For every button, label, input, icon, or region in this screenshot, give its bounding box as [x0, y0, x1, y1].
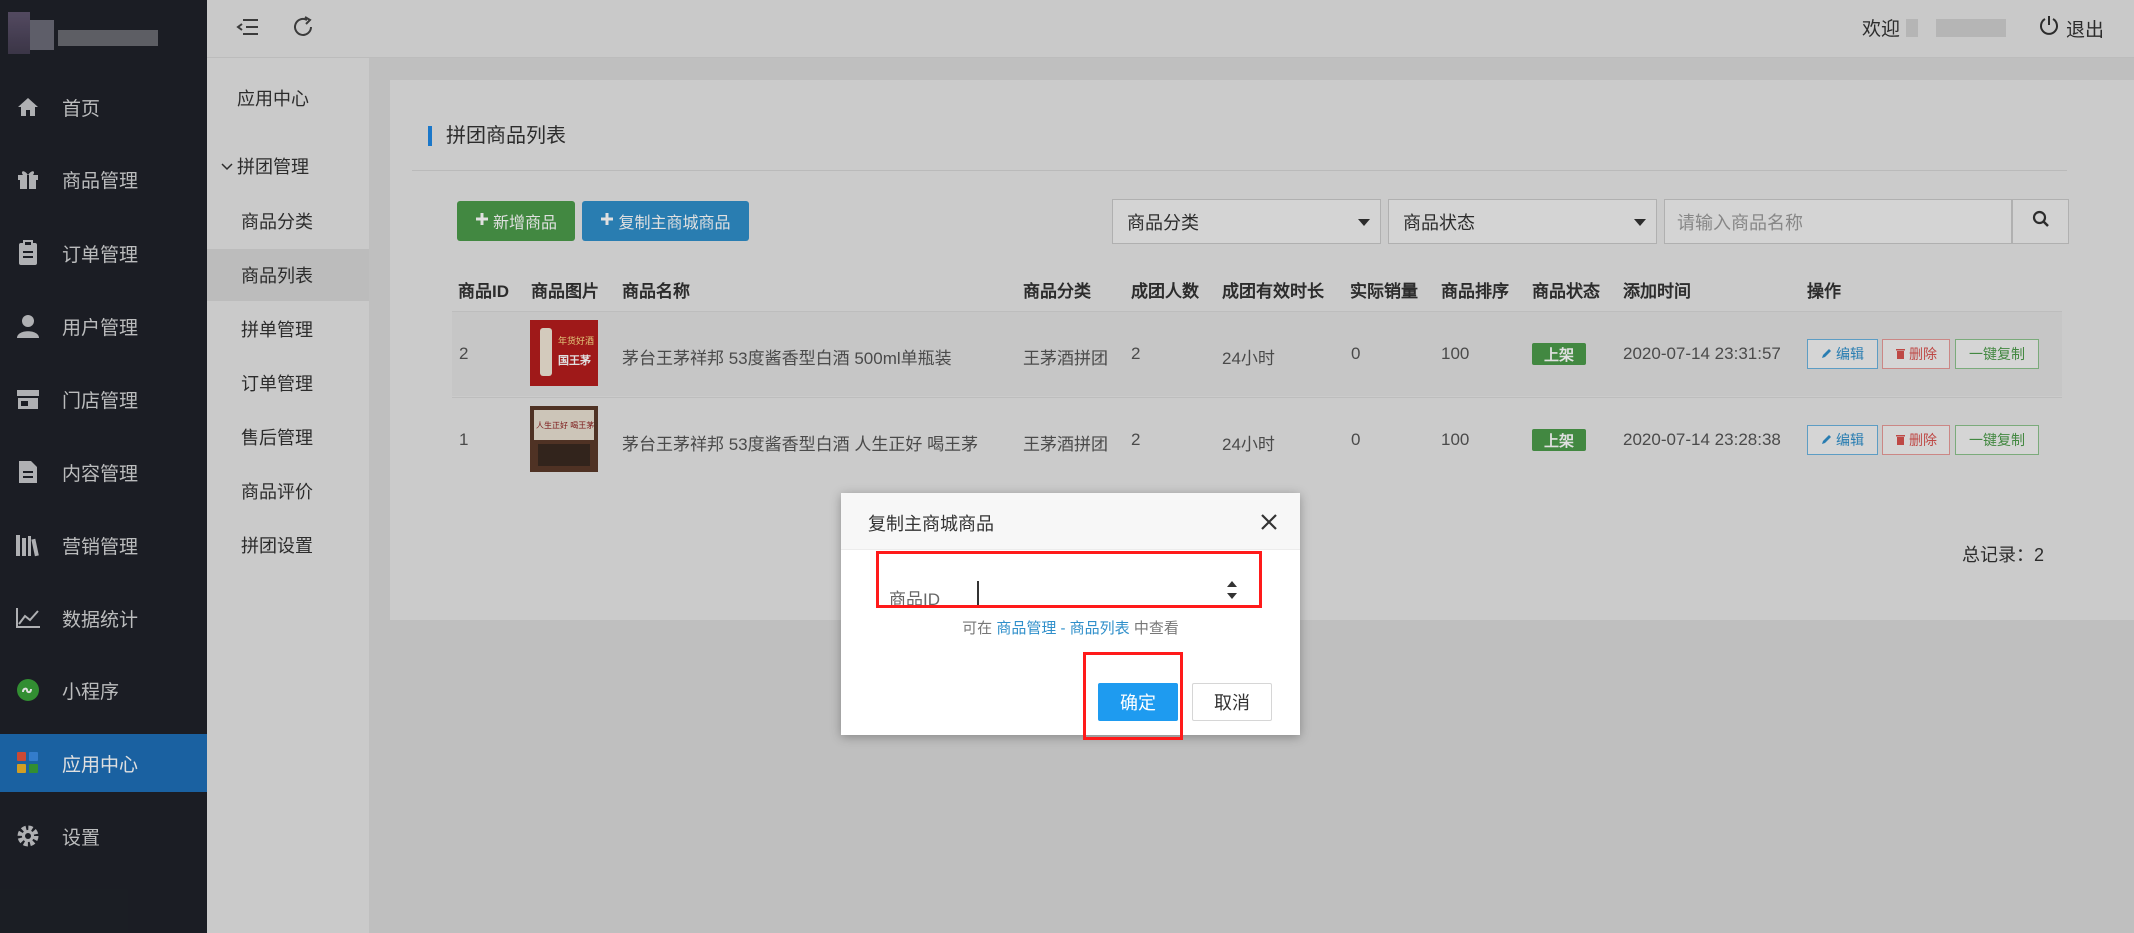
- close-icon[interactable]: [1258, 511, 1280, 533]
- copy-product-dialog: 复制主商城商品 商品ID 可在 商品管理 - 商品列表 中查看 确定 取消: [841, 493, 1300, 735]
- highlight-box-input: [876, 551, 1262, 608]
- cancel-button[interactable]: 取消: [1192, 683, 1272, 721]
- modal-overlay[interactable]: [0, 0, 2134, 933]
- dialog-title: 复制主商城商品: [868, 514, 994, 534]
- hint-link[interactable]: 商品管理 - 商品列表: [996, 620, 1129, 637]
- dialog-header: 复制主商城商品: [841, 493, 1300, 550]
- highlight-box-confirm: [1083, 652, 1183, 740]
- dialog-hint: 可在 商品管理 - 商品列表 中查看: [962, 620, 1179, 637]
